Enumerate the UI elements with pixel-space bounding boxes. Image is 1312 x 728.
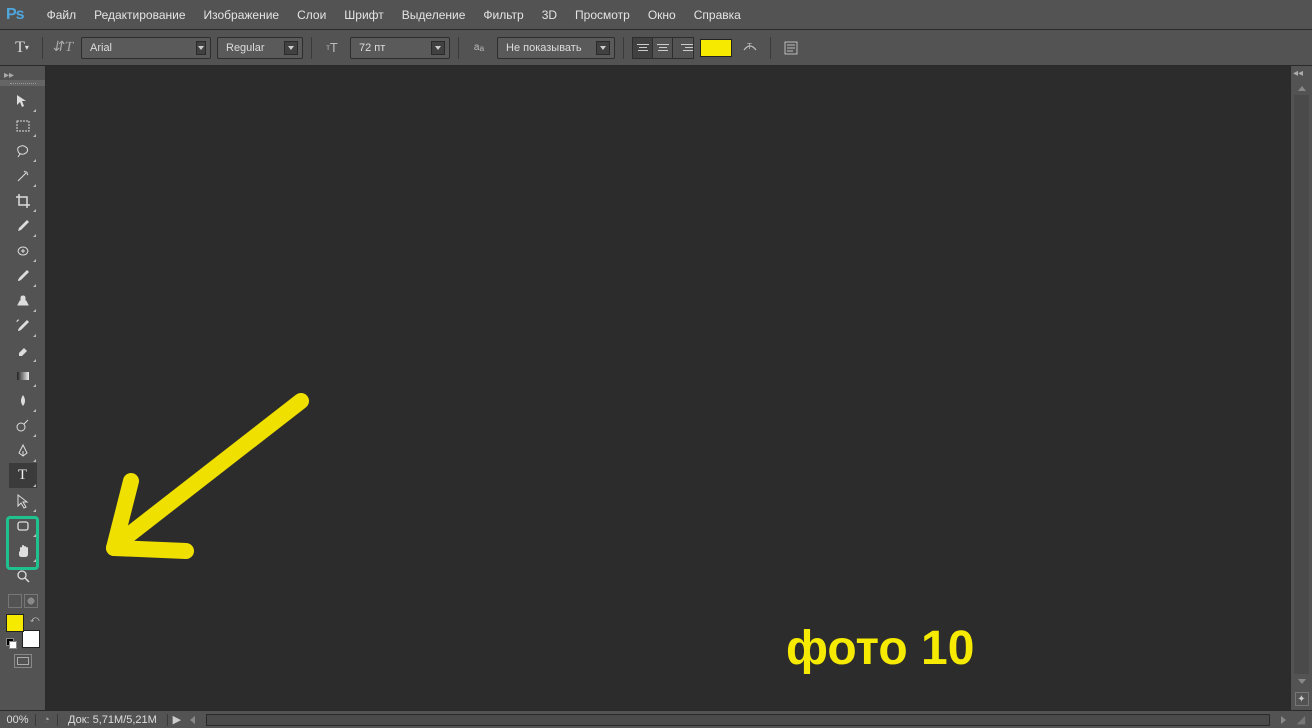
history-brush-tool[interactable] [9,313,37,338]
menu-layers[interactable]: Слои [297,8,326,22]
path-selection-tool[interactable] [9,488,37,513]
font-family-select[interactable]: Arial [81,37,211,59]
shape-tool[interactable] [9,513,37,538]
menu-image[interactable]: Изображение [204,8,280,22]
resize-corner-icon: ◢ [1290,711,1312,728]
chevron-down-icon [284,41,298,55]
antialias-value: Не показывать [506,42,590,54]
align-right-button[interactable] [673,38,693,58]
crop-tool[interactable] [9,188,37,213]
edit-mode-toggle[interactable] [8,594,38,608]
font-weight-select[interactable]: Regular [217,37,303,59]
font-size-icon: тT [320,36,344,60]
vertical-scrollbar[interactable] [1294,95,1309,674]
horizontal-scrollbar[interactable] [206,714,1270,726]
scroll-down-button[interactable] [1291,674,1312,688]
menu-3d[interactable]: 3D [542,8,557,22]
hscroll-left-button[interactable] [186,714,200,726]
document-info[interactable]: Док: 5,71M/5,21M [58,714,168,726]
zoom-level[interactable]: 00% [0,714,36,726]
gradient-tool[interactable] [9,363,37,388]
align-left-button[interactable] [633,38,653,58]
status-flyout-icon[interactable]: ▶ [168,713,186,726]
panel-grip[interactable] [0,80,45,86]
move-tool[interactable] [9,88,37,113]
separator [770,37,771,59]
separator [42,37,43,59]
separator [311,37,312,59]
tool-preset-type-icon[interactable]: T▾ [10,36,34,60]
eraser-tool[interactable] [9,338,37,363]
color-swatches: ⤺ [6,614,40,648]
blur-tool[interactable] [9,388,37,413]
antialias-select[interactable]: Не показывать [497,37,615,59]
menu-window[interactable]: Окно [648,8,676,22]
svg-text:T: T [747,42,752,51]
character-panel-button[interactable] [779,36,803,60]
text-orientation-button[interactable]: ⇵T [51,36,75,60]
default-colors-icon[interactable] [6,638,16,648]
status-preview-icon[interactable]: ◔ [36,714,58,726]
dodge-tool[interactable] [9,413,37,438]
menu-view[interactable]: Просмотр [575,8,630,22]
scroll-up-button[interactable] [1291,81,1312,95]
zoom-tool[interactable] [9,563,37,588]
brush-tool[interactable] [9,263,37,288]
panel-collapse-icon[interactable]: ◂◂ [1291,66,1312,81]
clone-stamp-tool[interactable] [9,288,37,313]
tools-panel: ▸▸ T [0,66,46,710]
font-size-select[interactable]: 72 пт [350,37,450,59]
chevron-down-icon [596,41,610,55]
chevron-down-icon [431,41,445,55]
chevron-down-icon [196,41,206,55]
right-panel-gutter: ◂◂ ✦ [1290,66,1312,710]
menu-filter[interactable]: Фильтр [483,8,523,22]
antialias-icon: aa [467,36,491,60]
foreground-color-swatch[interactable] [6,614,24,632]
menu-type[interactable]: Шрифт [344,8,383,22]
type-tool[interactable]: T [9,463,37,488]
menu-help[interactable]: Справка [694,8,741,22]
screen-mode-button[interactable] [14,654,32,668]
text-align-group [632,37,694,59]
options-bar: T▾ ⇵T Arial Regular тT 72 пт aa Не показ… [0,30,1312,66]
panel-expand-icon[interactable]: ▸▸ [0,70,45,80]
document-canvas[interactable]: фото 10 [46,66,1290,710]
healing-brush-tool[interactable] [9,238,37,263]
menu-edit[interactable]: Редактирование [94,8,185,22]
hand-tool[interactable] [9,538,37,563]
menu-bar: Ps Файл Редактирование Изображение Слои … [0,0,1312,30]
lasso-tool[interactable] [9,138,37,163]
marquee-tool[interactable] [9,113,37,138]
app-root: Ps Файл Редактирование Изображение Слои … [0,0,1312,728]
swap-colors-icon[interactable]: ⤺ [30,614,40,625]
hscroll-right-button[interactable] [1276,714,1290,726]
menu-file[interactable]: Файл [47,8,77,22]
standard-mode-icon[interactable] [8,594,22,608]
font-size-value: 72 пт [359,42,425,54]
quick-mask-mode-icon[interactable] [24,594,38,608]
menu-select[interactable]: Выделение [402,8,466,22]
workspace: ▸▸ T [0,66,1312,710]
align-center-button[interactable] [653,38,673,58]
app-logo: Ps [6,6,24,24]
pen-tool[interactable] [9,438,37,463]
text-color-swatch[interactable] [700,39,732,57]
annotation-text: фото 10 [786,621,974,676]
separator [458,37,459,59]
background-color-swatch[interactable] [22,630,40,648]
add-panel-button[interactable]: ✦ [1295,692,1309,706]
warp-text-button[interactable]: T [738,36,762,60]
eyedropper-tool[interactable] [9,213,37,238]
magic-wand-tool[interactable] [9,163,37,188]
separator [623,37,624,59]
status-bar: 00% ◔ Док: 5,71M/5,21M ▶ ◢ [0,710,1312,728]
font-family-value: Arial [90,42,190,54]
font-weight-value: Regular [226,42,278,54]
annotation-arrow [76,386,316,576]
